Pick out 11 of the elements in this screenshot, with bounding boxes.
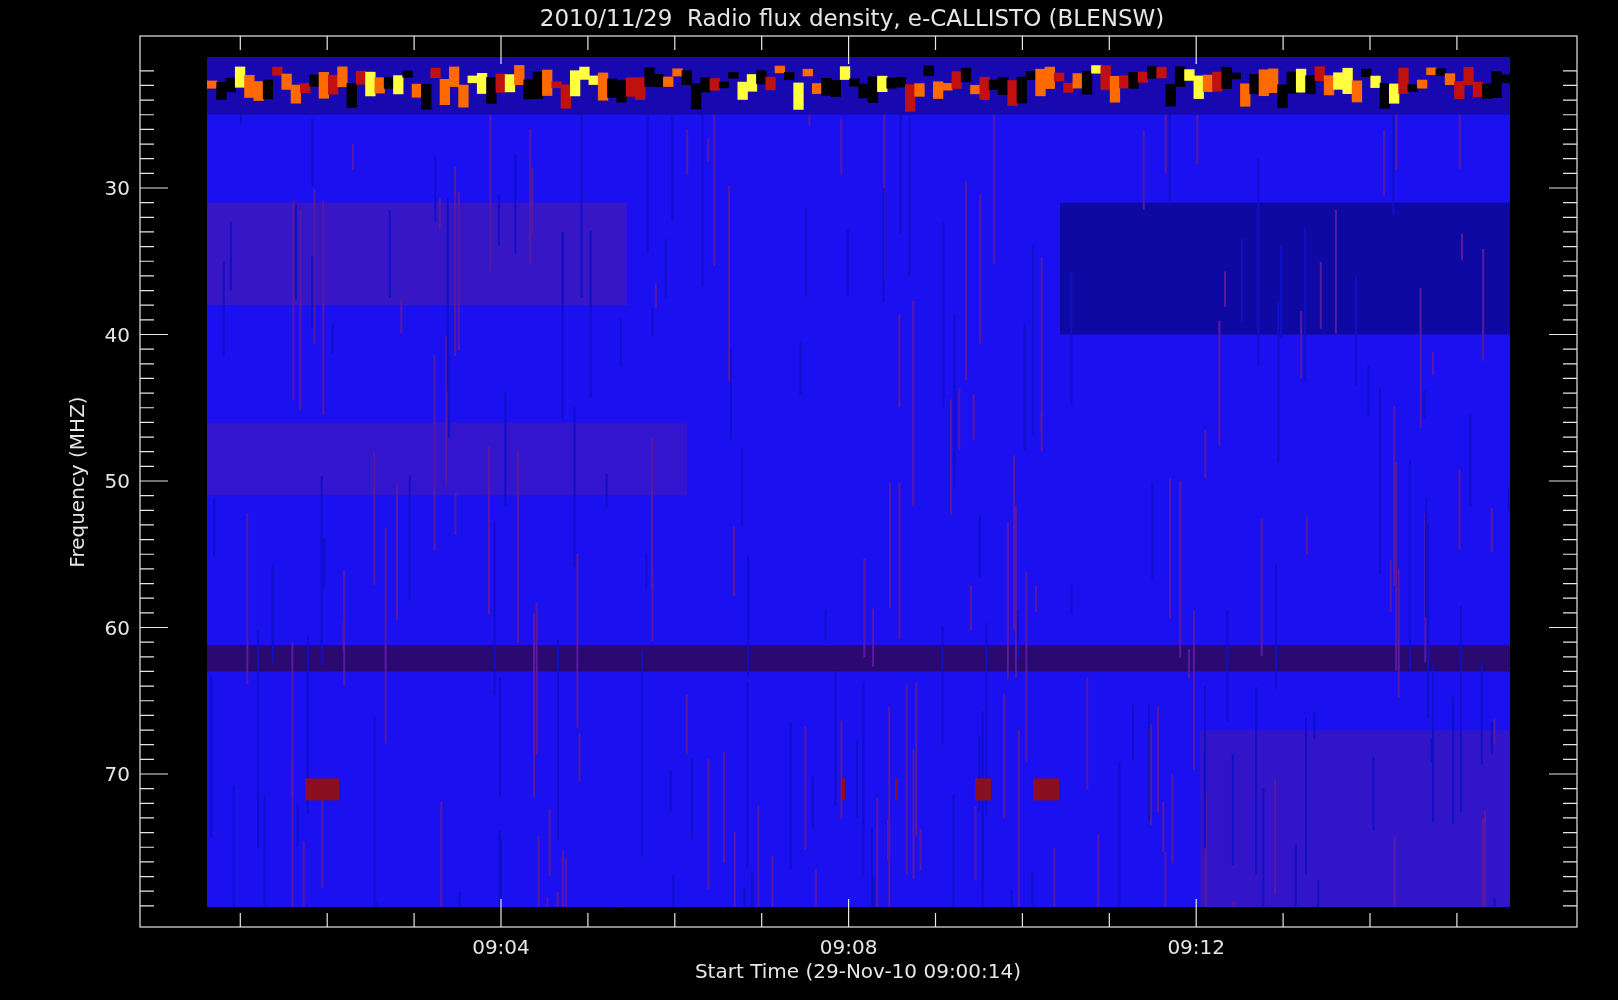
y-axis-title: Frequency (MHZ) bbox=[65, 396, 89, 568]
x-tick-label: 09:12 bbox=[1167, 935, 1225, 959]
x-tick-label: 09:04 bbox=[472, 935, 530, 959]
y-tick-label: 40 bbox=[104, 322, 130, 347]
y-tick-label: 60 bbox=[104, 615, 130, 640]
y-tick-label: 70 bbox=[104, 762, 130, 786]
y-tick-label: 50 bbox=[104, 469, 130, 493]
y-tick-label: 30 bbox=[104, 176, 130, 200]
x-axis-title: Start Time (29-Nov-10 09:00:14) bbox=[694, 959, 1022, 983]
chart-title: 2010/11/29 Radio flux density, e-CALLISTO (BLENSW) bbox=[539, 5, 1165, 31]
x-tick-label: 09:08 bbox=[819, 935, 878, 959]
